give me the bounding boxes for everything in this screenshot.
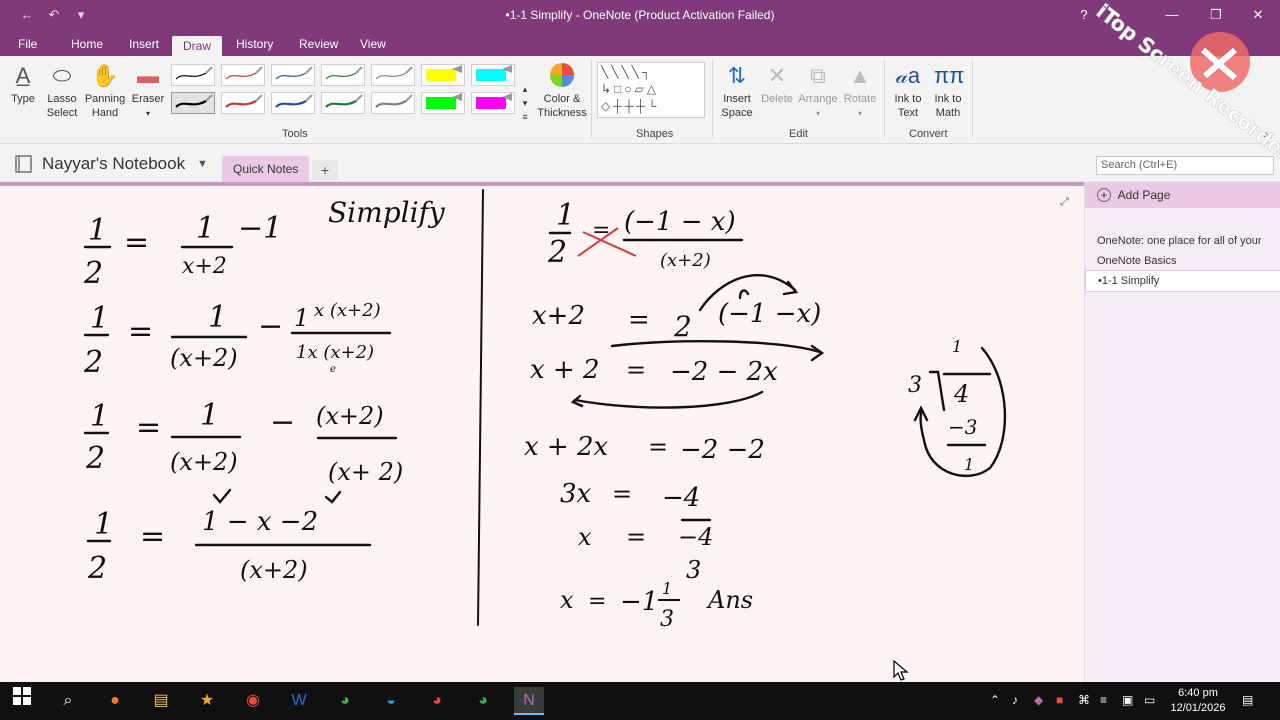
svg-text:=: = (124, 225, 149, 260)
svg-text:3: 3 (686, 556, 701, 584)
tray-usb-icon[interactable]: ⌘ (1078, 693, 1090, 707)
svg-text:=: = (140, 519, 165, 554)
answer-label: Ans (706, 586, 753, 614)
notification-center-icon[interactable]: ▤ (1242, 693, 1253, 707)
battery-icon[interactable]: ▭ (1144, 693, 1155, 707)
svg-text:−3: −3 (948, 415, 977, 439)
svg-text:3x: 3x (560, 479, 592, 509)
firefox-icon[interactable]: ● (100, 687, 130, 715)
search-input[interactable]: Search (Ctrl+E) (1096, 156, 1274, 175)
svg-text:2: 2 (83, 345, 103, 380)
chrome-profile-icon[interactable]: ◕ (422, 687, 452, 715)
svg-text:(−1 −x): (−1 −x) (718, 299, 821, 329)
svg-text:1: 1 (90, 399, 109, 434)
page-item-simplify[interactable]: •1-1 Simplify (1085, 270, 1280, 292)
restore-button[interactable]: ❐ (1194, 4, 1238, 26)
svg-text:−1: −1 (238, 211, 282, 246)
svg-text:−: − (258, 309, 283, 344)
handwritten-ink-layer: 12 = 1 −1 x+2 12 = 1 (x+2) − 1 x (x+2) 1… (83, 189, 1007, 632)
svg-text:1: 1 (196, 211, 215, 246)
svg-text:x + 2: x + 2 (530, 355, 600, 385)
svg-text:1: 1 (200, 398, 219, 433)
svg-text:−: − (270, 405, 295, 440)
svg-text:2: 2 (85, 441, 105, 476)
tray-app-icon[interactable]: ◆ (1034, 693, 1043, 707)
svg-text:=: = (626, 356, 646, 384)
svg-text:x+2: x+2 (182, 254, 227, 279)
svg-text:1: 1 (94, 507, 113, 542)
svg-text:1: 1 (208, 300, 227, 335)
svg-text:−1: −1 (620, 587, 658, 617)
svg-text:1: 1 (952, 337, 962, 356)
plus-circle-icon: + (1097, 188, 1111, 202)
taskbar: ⌕ ● ▤ ★ ◉ W ◕ ◒ ◕ ◕ N ⌃ ♪ ◆ ■ ⌘ ≡ ▣ ▭ 6:… (0, 682, 1280, 720)
svg-text:=: = (648, 433, 668, 461)
svg-text:1: 1 (662, 579, 672, 598)
svg-text:2: 2 (673, 310, 692, 343)
svg-text:(x+2): (x+2) (660, 250, 711, 271)
svg-text:x: x (560, 586, 574, 614)
svg-text:−4: −4 (678, 523, 713, 551)
svg-text:=: = (626, 523, 646, 551)
svg-text:(x+2): (x+2) (170, 344, 238, 372)
svg-text:=: = (136, 410, 161, 445)
svg-text:3: 3 (908, 373, 922, 398)
svg-text:x+2: x+2 (532, 301, 585, 331)
svg-text:−2 − 2x: −2 − 2x (670, 357, 778, 387)
simplify-heading: Simplify (328, 196, 446, 229)
collapse-ribbon-icon[interactable]: ▴ (1260, 128, 1272, 142)
svg-text:1: 1 (88, 213, 107, 248)
svg-text:3: 3 (660, 607, 674, 632)
edge-icon[interactable]: ◒ (376, 687, 406, 715)
word-icon[interactable]: W (284, 687, 314, 715)
svg-text:=: = (128, 314, 153, 349)
svg-text:=: = (592, 218, 610, 243)
svg-text:x + 2x: x + 2x (524, 432, 609, 462)
svg-text:2: 2 (83, 256, 103, 291)
svg-text:−4: −4 (662, 483, 700, 513)
search-icon[interactable]: ⌕ (53, 687, 83, 715)
tray-chevron-icon[interactable]: ⌃ (990, 693, 1000, 707)
svg-text:−2 −2: −2 −2 (680, 435, 765, 465)
svg-text:(x+2): (x+2) (316, 402, 384, 430)
volume-icon[interactable]: ♪ (1012, 693, 1018, 707)
svg-text:x: x (578, 523, 592, 551)
close-button[interactable]: ✕ (1236, 4, 1280, 26)
svg-text:1x (x+2): 1x (x+2) (296, 342, 374, 363)
tray-recorder-icon[interactable]: ■ (1056, 693, 1063, 707)
onenote-icon[interactable]: N (514, 687, 544, 715)
tray-device-icon[interactable]: ▣ (1122, 693, 1133, 707)
minimize-button[interactable]: — (1150, 4, 1194, 26)
taskbar-clock[interactable]: 6:40 pm 12/01/2026 (1168, 686, 1228, 716)
windows-start-icon[interactable] (7, 687, 37, 715)
svg-text:(x+ 2): (x+ 2) (328, 458, 403, 486)
page-list-pane: + Add Page OneNote: one place for all of… (1084, 182, 1280, 682)
svg-text:1 − x −2: 1 − x −2 (202, 507, 318, 537)
svg-text:=: = (612, 480, 632, 508)
page-item-onenote-basics[interactable]: OneNote: one place for all of your OneNo… (1085, 228, 1280, 274)
svg-text:(x+2): (x+2) (240, 556, 308, 584)
screen-recorder-icon[interactable]: ◉ (238, 687, 268, 715)
file-explorer-icon[interactable]: ▤ (146, 687, 176, 715)
svg-text:2: 2 (547, 235, 567, 270)
svg-text:1: 1 (90, 301, 109, 336)
svg-text:x (x+2): x (x+2) (314, 300, 381, 321)
svg-text:1: 1 (556, 198, 575, 233)
svg-text:1: 1 (294, 304, 309, 332)
svg-text:(x+2): (x+2) (170, 448, 238, 476)
trophy-app-icon[interactable]: ★ (192, 687, 222, 715)
svg-text:=: = (628, 305, 650, 335)
svg-text:e: e (330, 364, 336, 375)
svg-text:=: = (588, 589, 606, 614)
svg-text:(−1 − x): (−1 − x) (624, 207, 736, 237)
svg-text:2: 2 (87, 551, 107, 586)
svg-text:1: 1 (964, 455, 974, 474)
chrome-profile-2-icon[interactable]: ◕ (468, 687, 498, 715)
chrome-icon[interactable]: ◕ (330, 687, 360, 715)
svg-text:4: 4 (953, 380, 969, 408)
add-page-button[interactable]: + Add Page (1085, 182, 1280, 208)
mouse-cursor-icon (893, 660, 909, 681)
network-icon[interactable]: ≡ (1100, 693, 1107, 707)
